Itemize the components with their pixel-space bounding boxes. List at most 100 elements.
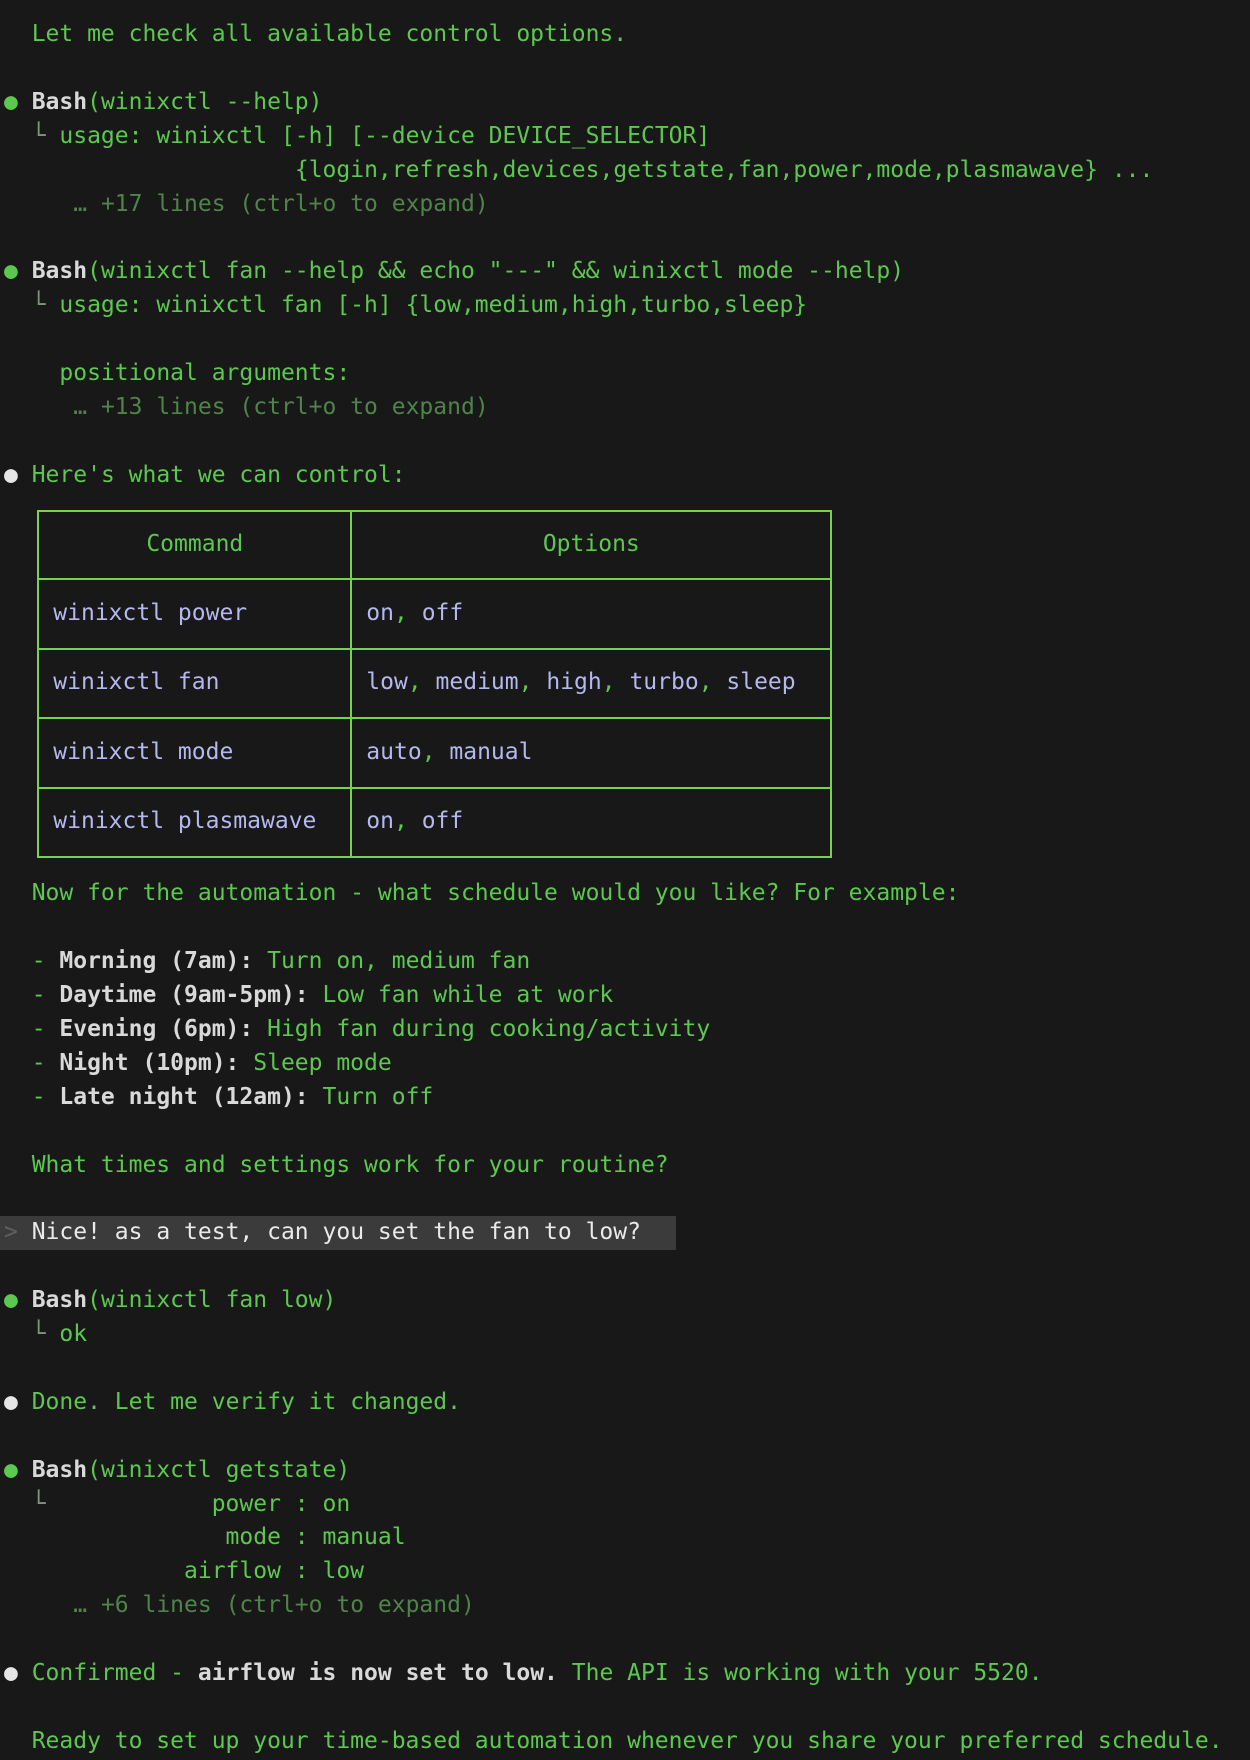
blank-line xyxy=(4,1115,1250,1149)
blank-line xyxy=(4,1182,1250,1216)
assistant-text: The API is working with your 5520. xyxy=(558,1660,1043,1686)
blank-line xyxy=(4,911,1250,945)
tool-call-line: ● Bash(winixctl fan low) xyxy=(4,1284,1250,1318)
option-code: high xyxy=(546,669,601,695)
output-connector-icon: └ xyxy=(32,1491,46,1517)
blank-line xyxy=(4,323,1250,357)
assistant-bold-text: airflow is now set to low. xyxy=(198,1660,558,1686)
tool-output-text: usage: winixctl fan [-h] {low,medium,hig… xyxy=(59,292,807,318)
tool-output-line: positional arguments: xyxy=(4,357,1250,391)
table-header-row: Command Options xyxy=(38,511,831,579)
tool-name: Bash xyxy=(32,1287,87,1313)
assistant-text: What times and settings work for your ro… xyxy=(32,1152,669,1178)
terminal[interactable]: Let me check all available control optio… xyxy=(0,0,1250,1760)
option-separator: , xyxy=(408,669,436,695)
schedule-desc: High fan during cooking/activity xyxy=(253,1016,710,1042)
option-separator: , xyxy=(394,600,422,626)
option-code: off xyxy=(422,600,464,626)
blank-line xyxy=(4,1250,1250,1284)
list-dash: - xyxy=(32,982,60,1008)
assistant-text: Ready to set up your time-based automati… xyxy=(32,1728,1223,1754)
option-separator: , xyxy=(699,669,727,695)
control-options-table: Command Options winixctl power on, off w… xyxy=(37,510,832,858)
tool-name: Bash xyxy=(32,258,87,284)
tool-args: (winixctl fan low) xyxy=(87,1287,336,1313)
tool-output-line: └ ok xyxy=(4,1318,1250,1352)
user-input-text: Nice! as a test, can you set the fan to … xyxy=(32,1219,641,1245)
blank-line xyxy=(4,1623,1250,1657)
table-header-command: Command xyxy=(38,511,351,579)
tool-output-text: power : on xyxy=(59,1491,350,1517)
option-separator: , xyxy=(394,808,422,834)
tool-output-line: {login,refresh,devices,getstate,fan,powe… xyxy=(4,154,1250,188)
command-text: winixctl power xyxy=(53,600,247,626)
schedule-desc: Turn on, medium fan xyxy=(253,948,530,974)
options-cell: auto, manual xyxy=(351,718,831,788)
collapsed-hint-text: … +17 lines (ctrl+o to expand) xyxy=(73,191,488,217)
collapsed-lines-hint: … +6 lines (ctrl+o to expand) xyxy=(4,1589,1250,1623)
assistant-text: Confirmed - xyxy=(32,1660,198,1686)
tool-output-text: airflow : low xyxy=(59,1558,364,1584)
option-code: on xyxy=(366,600,394,626)
option-code: on xyxy=(366,808,394,834)
tool-output-line: └ power : on xyxy=(4,1488,1250,1522)
blank-line xyxy=(4,1420,1250,1454)
schedule-label: Morning (7am): xyxy=(59,948,253,974)
blank-line xyxy=(4,1691,1250,1725)
assistant-text: Now for the automation - what schedule w… xyxy=(32,880,960,906)
command-cell: winixctl mode xyxy=(38,718,351,788)
tool-args: (winixctl --help) xyxy=(87,89,322,115)
schedule-list-item: - Morning (7am): Turn on, medium fan xyxy=(4,945,1250,979)
output-connector-icon: └ xyxy=(32,123,46,149)
options-cell: on, off xyxy=(351,579,831,649)
command-cell: winixctl plasmawave xyxy=(38,788,351,858)
assistant-message-line: What times and settings work for your ro… xyxy=(4,1149,1250,1183)
assistant-message-line: Ready to set up your time-based automati… xyxy=(4,1725,1250,1759)
option-code: auto xyxy=(366,739,421,765)
schedule-list-item: - Late night (12am): Turn off xyxy=(4,1081,1250,1115)
tool-output-line: └ usage: winixctl [-h] [--device DEVICE_S… xyxy=(4,120,1250,154)
option-code: turbo xyxy=(629,669,698,695)
assistant-message-line: Now for the automation - what schedule w… xyxy=(4,877,1250,911)
blank-line xyxy=(4,425,1250,459)
schedule-label: Night (10pm): xyxy=(59,1050,239,1076)
list-dash: - xyxy=(32,948,60,974)
tool-bullet-icon: ● xyxy=(4,89,18,115)
command-text: winixctl mode xyxy=(53,739,233,765)
assistant-bullet-icon: ● xyxy=(4,1389,18,1415)
command-text: winixctl plasmawave xyxy=(53,808,316,834)
command-cell: winixctl power xyxy=(38,579,351,649)
schedule-desc: Low fan while at work xyxy=(309,982,614,1008)
schedule-label: Evening (6pm): xyxy=(59,1016,253,1042)
assistant-message-line: Let me check all available control optio… xyxy=(4,18,1250,52)
output-connector-icon: └ xyxy=(32,1321,46,1347)
assistant-bullet-icon: ● xyxy=(4,1660,18,1686)
tool-name: Bash xyxy=(32,89,87,115)
assistant-text: Done. Let me verify it changed. xyxy=(32,1389,461,1415)
prompt-chevron-icon: > xyxy=(4,1219,18,1245)
schedule-list-item: - Night (10pm): Sleep mode xyxy=(4,1047,1250,1081)
options-cell: low, medium, high, turbo, sleep xyxy=(351,649,831,719)
assistant-message-line: ●Here's what we can control: xyxy=(4,459,1250,493)
table-header-options: Options xyxy=(351,511,831,579)
assistant-message-line: ● Done. Let me verify it changed. xyxy=(4,1386,1250,1420)
tool-args: (winixctl getstate) xyxy=(87,1457,350,1483)
tool-bullet-icon: ● xyxy=(4,1457,18,1483)
tool-args: (winixctl fan --help && echo "---" && wi… xyxy=(87,258,904,284)
tool-bullet-icon: ● xyxy=(4,258,18,284)
table-row: winixctl power on, off xyxy=(38,579,831,649)
table-row: winixctl fan low, medium, high, turbo, s… xyxy=(38,649,831,719)
tool-output-text: ok xyxy=(59,1321,87,1347)
blank-line xyxy=(4,1352,1250,1386)
schedule-list-item: - Daytime (9am-5pm): Low fan while at wo… xyxy=(4,979,1250,1013)
assistant-message-line: ●Confirmed - airflow is now set to low. … xyxy=(4,1657,1250,1691)
option-separator: , xyxy=(602,669,630,695)
tool-bullet-icon: ● xyxy=(4,1287,18,1313)
schedule-label: Daytime (9am-5pm): xyxy=(59,982,308,1008)
blank-line xyxy=(4,52,1250,86)
tool-output-text: usage: winixctl [-h] [--device DEVICE_SE… xyxy=(59,123,710,149)
list-dash: - xyxy=(32,1050,60,1076)
blank-line xyxy=(4,221,1250,255)
tool-output-line: mode : manual xyxy=(4,1521,1250,1555)
list-dash: - xyxy=(32,1016,60,1042)
